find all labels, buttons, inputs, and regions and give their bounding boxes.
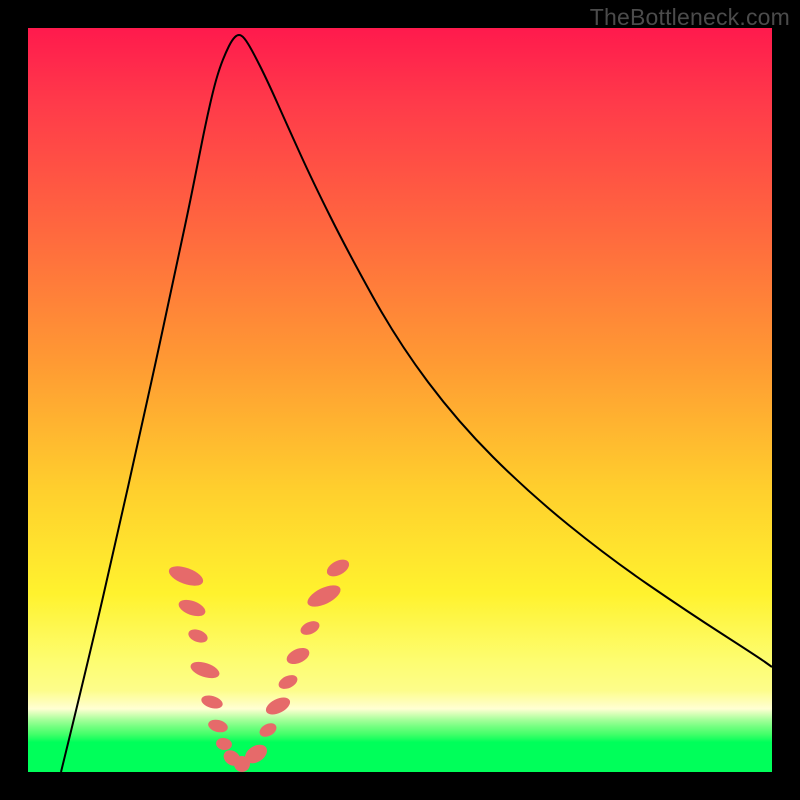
curve-svg	[28, 28, 772, 772]
bead-marker	[284, 645, 312, 668]
chart-frame: TheBottleneck.com	[0, 0, 800, 800]
bead-group	[166, 556, 352, 772]
bead-marker	[276, 672, 299, 691]
bead-marker	[298, 618, 321, 637]
bead-marker	[189, 659, 222, 682]
bead-marker	[176, 597, 207, 620]
bottleneck-curve	[61, 35, 772, 772]
bead-marker	[304, 581, 343, 611]
bead-marker	[187, 627, 210, 645]
watermark-text: TheBottleneck.com	[590, 4, 790, 31]
bead-marker	[207, 718, 229, 734]
bead-marker	[200, 693, 224, 711]
plot-area	[28, 28, 772, 772]
bead-marker	[257, 720, 279, 739]
bead-marker	[324, 556, 352, 580]
bead-marker	[166, 562, 205, 589]
bead-marker	[263, 694, 293, 718]
bead-marker	[215, 737, 233, 752]
